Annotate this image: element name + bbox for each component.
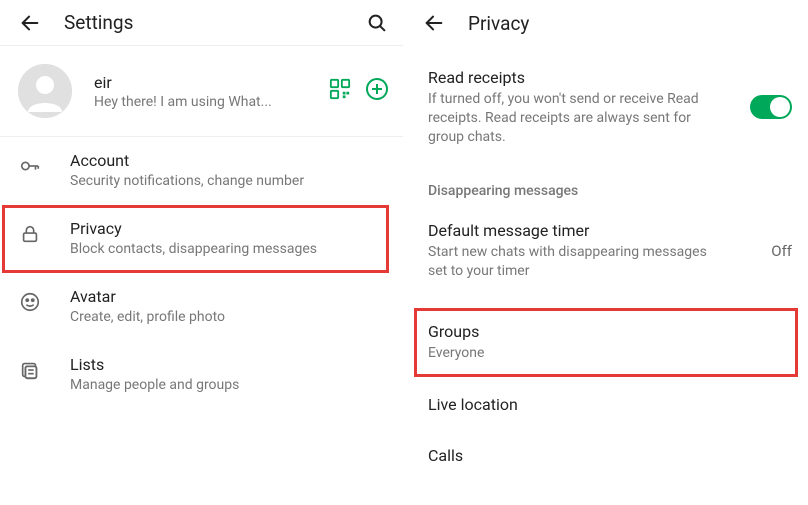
item-subtitle: Everyone: [428, 344, 728, 363]
add-circle-icon[interactable]: [365, 77, 389, 105]
profile-name: eir: [94, 73, 323, 92]
back-icon[interactable]: [422, 11, 446, 35]
qr-icon[interactable]: [329, 78, 351, 104]
item-subtitle: Start new chats with disappearing messag…: [428, 243, 728, 281]
item-title: Calls: [428, 446, 792, 465]
lock-icon: [18, 222, 42, 246]
item-subtitle: Security notifications, change number: [70, 172, 387, 191]
profile-text: eir Hey there! I am using What...: [94, 73, 323, 110]
settings-item-lists[interactable]: Lists Manage people and groups: [0, 341, 403, 409]
settings-item-account[interactable]: Account Security notifications, change n…: [0, 137, 403, 205]
privacy-item-read-receipts[interactable]: Read receipts If turned off, you won't s…: [404, 46, 808, 161]
item-subtitle: Manage people and groups: [70, 376, 387, 395]
item-title: Default message timer: [428, 221, 761, 240]
item-subtitle: Create, edit, profile photo: [70, 308, 387, 327]
privacy-title: Privacy: [468, 12, 529, 35]
privacy-item-groups[interactable]: Groups Everyone: [404, 308, 808, 377]
settings-item-avatar[interactable]: Avatar Create, edit, profile photo: [0, 273, 403, 341]
item-title: Privacy: [70, 219, 387, 238]
settings-panel: Settings eir Hey there! I am using What.…: [0, 0, 404, 505]
toggle-switch[interactable]: [750, 95, 792, 119]
timer-value: Off: [771, 242, 792, 260]
back-icon[interactable]: [18, 11, 42, 35]
profile-actions: [329, 77, 389, 105]
privacy-item-default-timer[interactable]: Default message timer Start new chats wi…: [404, 207, 808, 295]
item-title: Read receipts: [428, 68, 742, 87]
item-title: Avatar: [70, 287, 387, 306]
avatar: [18, 64, 72, 118]
privacy-header: Privacy: [404, 0, 808, 46]
item-title: Live location: [428, 395, 792, 414]
key-icon: [18, 154, 42, 178]
privacy-panel: Privacy Read receipts If turned off, you…: [404, 0, 808, 505]
privacy-item-calls[interactable]: Calls: [404, 428, 808, 479]
settings-title: Settings: [64, 11, 133, 34]
privacy-item-live-location[interactable]: Live location: [404, 377, 808, 428]
item-title: Lists: [70, 355, 387, 374]
item-subtitle: If turned off, you won't send or receive…: [428, 90, 728, 147]
profile-row[interactable]: eir Hey there! I am using What...: [0, 46, 403, 137]
item-title: Account: [70, 151, 387, 170]
search-icon[interactable]: [365, 11, 389, 35]
item-subtitle: Block contacts, disappearing messages: [70, 240, 387, 259]
item-title: Groups: [428, 322, 792, 341]
face-icon: [18, 290, 42, 314]
section-header-disappearing: Disappearing messages: [404, 161, 808, 207]
settings-header: Settings: [0, 0, 403, 46]
lists-icon: [18, 358, 42, 382]
profile-status: Hey there! I am using What...: [94, 94, 323, 110]
settings-item-privacy[interactable]: Privacy Block contacts, disappearing mes…: [0, 205, 403, 273]
